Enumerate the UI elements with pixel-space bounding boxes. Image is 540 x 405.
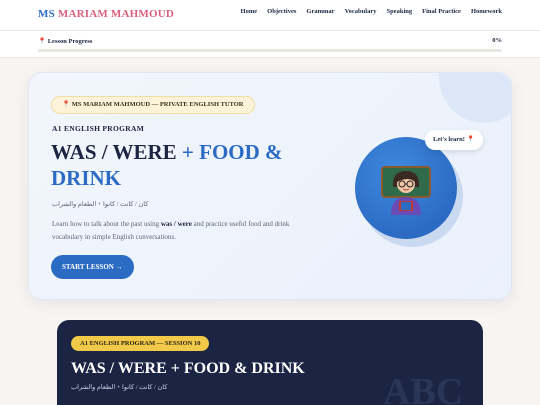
session-badge: A1 ENGLISH PROGRAM — SESSION 10 — [71, 336, 210, 351]
nav-vocabulary[interactable]: Vocabulary — [345, 8, 377, 15]
hero-arabic-subtitle: كان / كانت / كانوا + الطعام والشراب — [52, 201, 149, 208]
hero-description: Learn how to talk about the past using w… — [52, 218, 302, 244]
speech-bubble: Let's learn! 📍 — [425, 130, 483, 150]
nav-home[interactable]: Home — [241, 8, 258, 15]
desc-part-1: Learn how to talk about the past using — [52, 220, 161, 228]
top-navbar: MS MARIAM MAHMOUD Home Objectives Gramma… — [0, 0, 540, 31]
lesson-progress: 📍 Lesson Progress 0% — [0, 31, 540, 58]
hero-card: 📍 MS MARIAM MAHMOUD — PRIVATE ENGLISH TU… — [28, 72, 512, 300]
session-decor-text: ABC — [383, 371, 464, 405]
nav-grammar[interactable]: Grammar — [306, 8, 334, 15]
nav-speaking[interactable]: Speaking — [386, 8, 412, 15]
progress-label: 📍 Lesson Progress — [38, 38, 93, 45]
nav-homework[interactable]: Homework — [471, 8, 502, 15]
brand-ms: MS — [38, 8, 55, 20]
nav-objectives[interactable]: Objectives — [267, 8, 296, 15]
tutor-badge: 📍 MS MARIAM MAHMOUD — PRIVATE ENGLISH TU… — [51, 96, 255, 114]
hero-title: WAS / WERE + FOOD & DRINK — [51, 139, 321, 191]
start-lesson-button[interactable]: START LESSON → — [51, 255, 134, 279]
nav-final-practice[interactable]: Final Practice — [422, 8, 461, 15]
progress-percent: 0% — [492, 37, 502, 44]
decorative-blob — [439, 73, 511, 123]
teacher-avatar-icon — [381, 166, 431, 215]
avatar-circle — [355, 137, 457, 239]
session-card: A1 ENGLISH PROGRAM — SESSION 10 WAS / WE… — [57, 320, 483, 405]
progress-track — [38, 49, 502, 52]
session-arabic-subtitle: كان / كانت / كانوا + الطعام والشراب — [71, 384, 168, 391]
brand-logo[interactable]: MS MARIAM MAHMOUD — [38, 8, 174, 20]
hero-title-dark: WAS / WERE — [51, 140, 177, 164]
main-nav: Home Objectives Grammar Vocabulary Speak… — [241, 8, 502, 15]
desc-bold: was / were — [160, 220, 192, 228]
brand-name: MARIAM MAHMOUD — [57, 8, 174, 20]
session-title: WAS / WERE + FOOD & DRINK — [71, 360, 305, 377]
program-label: A1 ENGLISH PROGRAM — [52, 124, 145, 133]
